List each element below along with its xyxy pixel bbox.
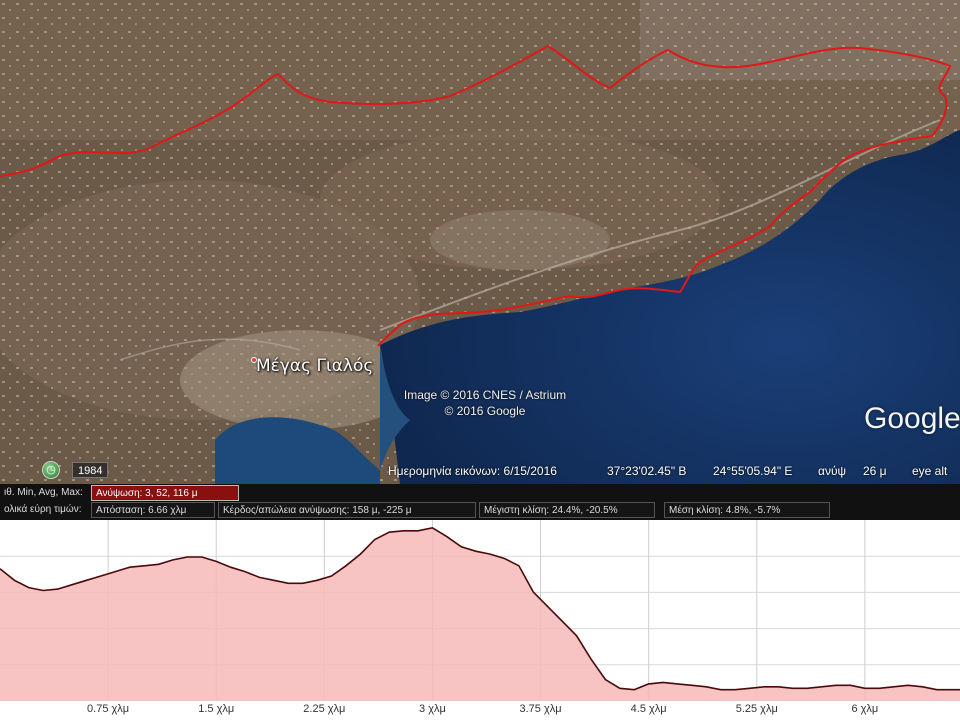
x-tick-label: 5.25 χλμ xyxy=(735,703,778,715)
distance-stat[interactable]: Απόσταση: 6.66 χλμ xyxy=(91,502,215,518)
elevation-profile-chart[interactable]: 0.75 χλμ 1.5 χλμ 2.25 χλμ 3 χλμ 3.75 χλμ 4.5 … xyxy=(0,520,960,720)
elevation-stats-panel: ιθ. Min, Avg, Max: Ανύψωση: 3, 52, 116 μ… xyxy=(0,484,960,520)
clock-icon: ◷ xyxy=(46,463,56,476)
x-tick-label: 6 χλμ xyxy=(851,703,879,715)
historical-imagery-button[interactable]: ◷ xyxy=(42,461,60,479)
longitude-readout: 24°55'05.94" Ε xyxy=(713,464,793,478)
copyright-line-2: © 2016 Google xyxy=(444,404,526,418)
x-tick-label: 4.5 χλμ xyxy=(630,703,667,715)
elevation-label: ανύψ xyxy=(818,464,847,478)
gain-loss-stat[interactable]: Κέρδος/απώλεια ανύψωσης: 158 μ, -225 μ xyxy=(218,502,476,518)
stats-row-2: ολικά εύρη τιμών: Απόσταση: 6.66 χλμ Κέρ… xyxy=(0,502,960,518)
copyright-line-1: Image © 2016 CNES / Astrium xyxy=(403,388,567,402)
imagery-copyright: Image © 2016 CNES / Astrium © 2016 Googl… xyxy=(385,387,585,419)
satellite-map[interactable]: Μέγας Γιαλός Image © 2016 CNES / Astrium… xyxy=(0,0,960,484)
x-tick-label: 3 χλμ xyxy=(419,703,446,715)
elevation-area-fill xyxy=(0,527,960,701)
x-axis-bar xyxy=(0,701,960,720)
x-tick-label: 1.5 χλμ xyxy=(198,703,235,715)
elevation-stat-button[interactable]: Ανύψωση: 3, 52, 116 μ xyxy=(91,485,239,501)
imagery-date: Ημερομηνία εικόνων: 6/15/2016 xyxy=(388,464,557,478)
map-status-bar: Ημερομηνία εικόνων: 6/15/2016 37°23'02.4… xyxy=(385,461,960,481)
elevation-profile-plot[interactable] xyxy=(0,520,960,720)
minavgmax-label: ιθ. Min, Avg, Max: xyxy=(4,487,83,498)
avg-slope-stat[interactable]: Μέση κλίση: 4.8%, -5.7% xyxy=(664,502,830,518)
place-label[interactable]: Μέγας Γιαλός xyxy=(256,356,373,376)
google-logo: Google xyxy=(864,402,960,435)
history-year-badge[interactable]: 1984 xyxy=(72,462,109,478)
elevation-value: 26 μ xyxy=(863,464,887,478)
x-tick-label: 0.75 χλμ xyxy=(87,703,130,715)
latitude-readout: 37°23'02.45" Β xyxy=(607,464,687,478)
eye-alt-label: eye alt xyxy=(912,464,948,478)
stats-row-1: ιθ. Min, Avg, Max: Ανύψωση: 3, 52, 116 μ xyxy=(0,485,960,501)
x-tick-label: 2.25 χλμ xyxy=(303,703,346,715)
range-label: ολικά εύρη τιμών: xyxy=(4,504,82,515)
max-slope-stat[interactable]: Μέγιστη κλίση: 24.4%, -20.5% xyxy=(479,502,655,518)
x-tick-label: 3.75 χλμ xyxy=(519,703,562,715)
